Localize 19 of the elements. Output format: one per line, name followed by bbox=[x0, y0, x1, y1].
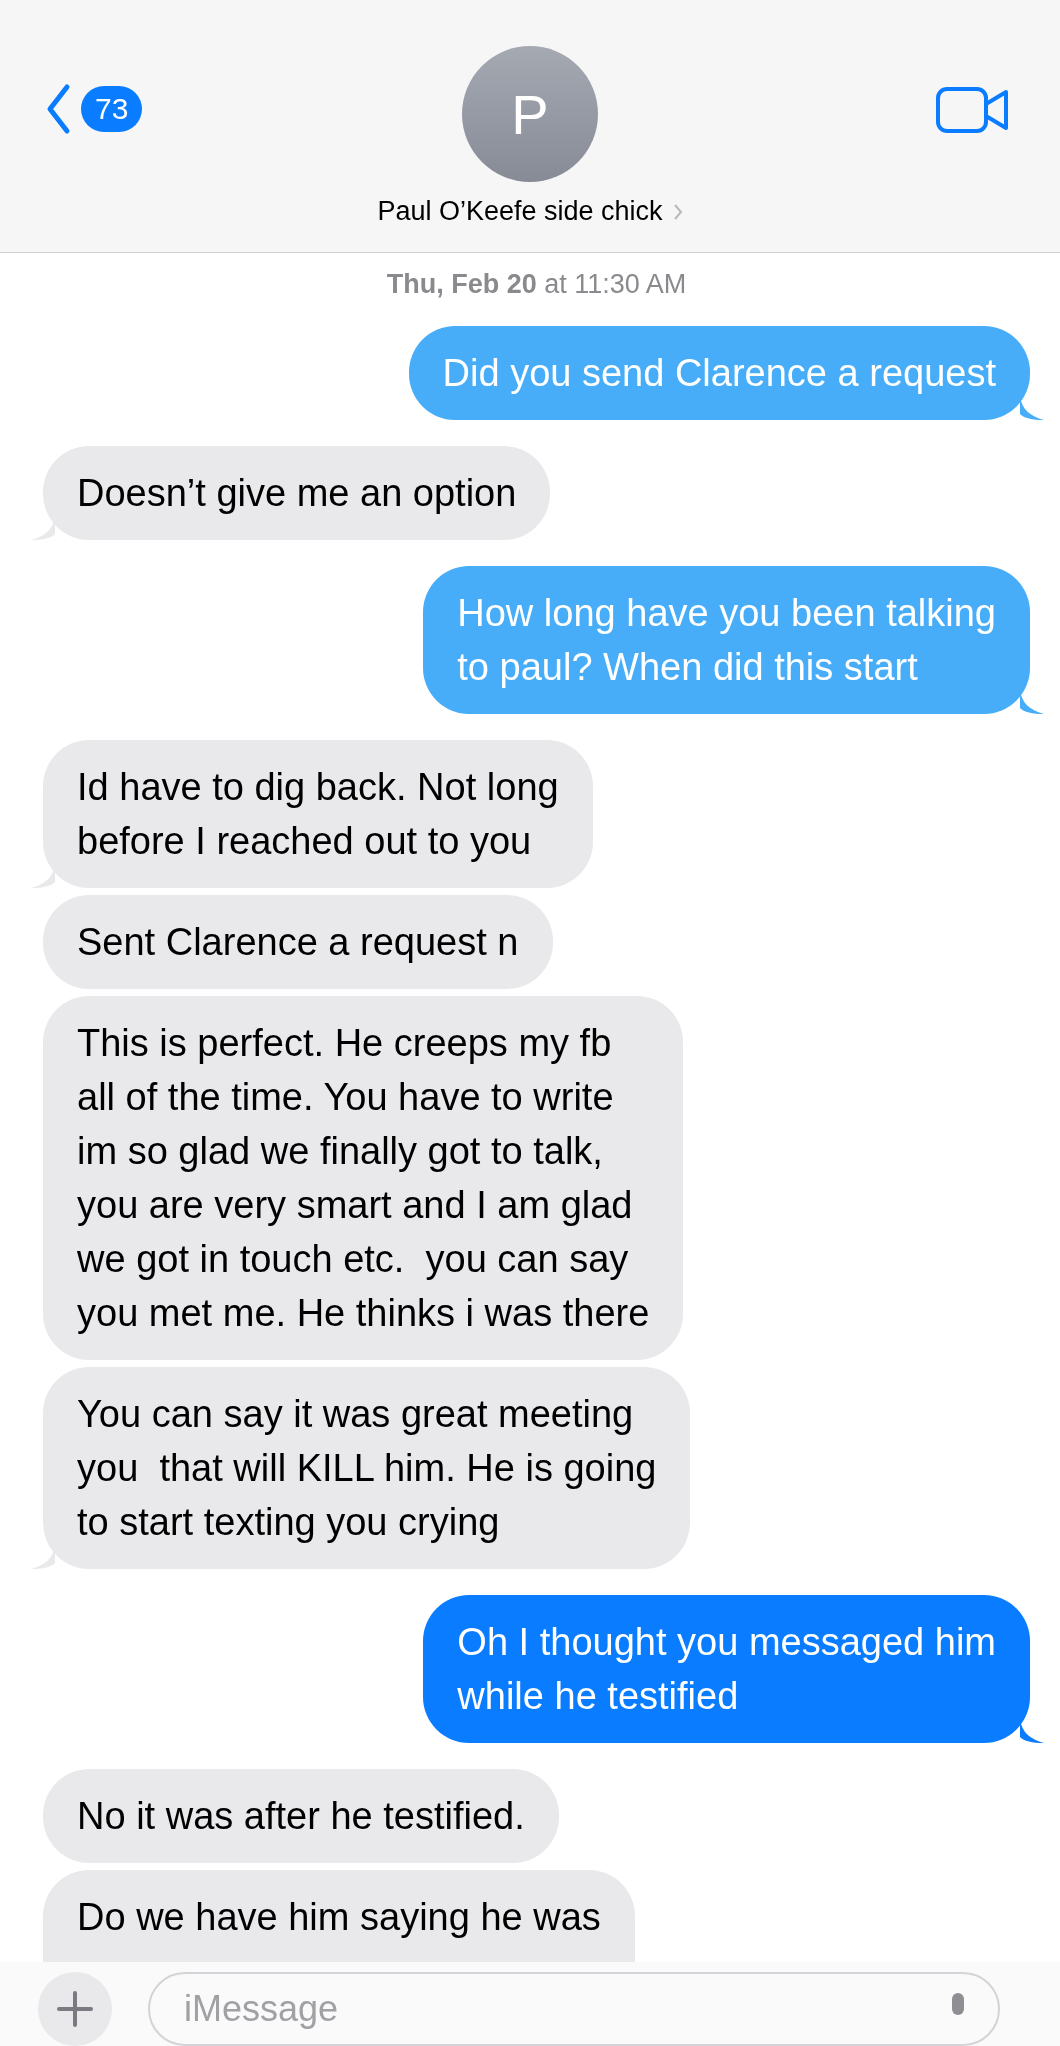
message-bubble: Sent Clarence a request n bbox=[43, 895, 553, 989]
message-bubble: Id have to dig back. Not long before I reached out to you bbox=[43, 740, 593, 888]
unread-badge[interactable]: 73 bbox=[81, 86, 143, 132]
message-bubble: Doesn’t give me an option bbox=[43, 446, 551, 540]
message-bubble: How long have you been talking to paul? When did this start bbox=[423, 566, 1030, 714]
video-call-icon[interactable] bbox=[936, 86, 1010, 134]
message-bubble: No it was after he testified. bbox=[43, 1769, 559, 1863]
chevron-icon bbox=[672, 202, 683, 221]
message-bubble: Did you send Clarence a request bbox=[408, 326, 1030, 420]
message-bubble: Do we have him saying he was bbox=[43, 1870, 635, 1962]
contact-avatar[interactable]: P bbox=[462, 46, 598, 182]
timestamp: Thu, Feb 20 at 11:30 AM bbox=[386, 269, 687, 300]
plus-icon bbox=[55, 1989, 95, 2029]
message-bubble: Oh I thought you messaged him while he testified bbox=[423, 1595, 1030, 1743]
back-icon[interactable] bbox=[45, 83, 71, 135]
message-bubble: This is perfect. He creeps my fb all of the time. You have to write im so glad we finally got to talk, you are very smart and I am glad we got in touch etc. you can say you met me. He thinks i was there bbox=[43, 996, 684, 1360]
message-bubble: You can say it was great meeting you that will KILL him. He is going to start texting you crying bbox=[43, 1367, 691, 1569]
contact-name[interactable]: Paul O’Keefe side chick bbox=[377, 196, 663, 227]
message-field[interactable]: iMessage bbox=[148, 1972, 1000, 2046]
